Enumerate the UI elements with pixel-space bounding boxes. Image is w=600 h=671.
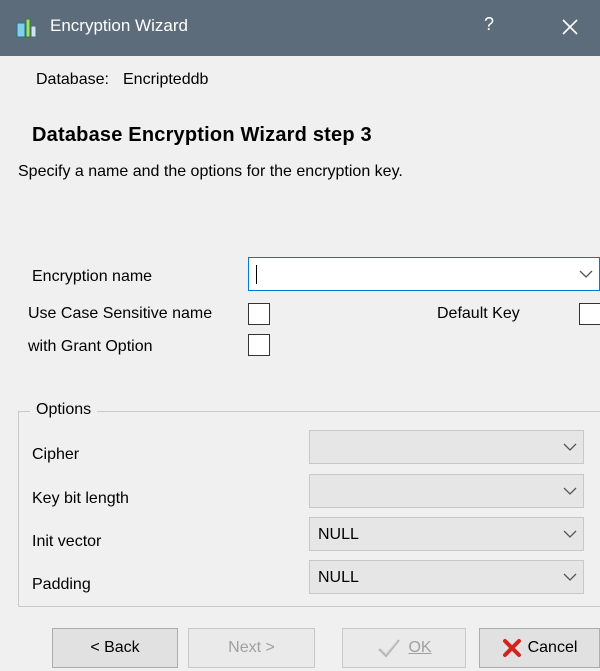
wizard-app-icon <box>16 18 37 38</box>
back-button[interactable]: < Back <box>52 628 178 668</box>
chevron-down-icon[interactable] <box>563 529 577 539</box>
init-vector-value: NULL <box>318 526 359 543</box>
padding-label: Padding <box>32 576 91 593</box>
case-sensitive-checkbox[interactable] <box>248 303 270 325</box>
key-bit-length-label: Key bit length <box>32 490 129 507</box>
back-button-label: < Back <box>90 639 140 656</box>
case-sensitive-label: Use Case Sensitive name <box>28 305 213 322</box>
padding-select[interactable]: NULL <box>309 560 584 594</box>
cancel-button-label: Cancel <box>527 639 578 656</box>
close-icon[interactable] <box>555 10 585 44</box>
checkmark-icon <box>378 639 401 658</box>
cancel-button[interactable]: Cancel <box>479 628 600 668</box>
chevron-down-icon[interactable] <box>563 486 577 496</box>
cancel-x-icon <box>502 638 521 657</box>
page-subtitle: Specify a name and the options for the e… <box>18 163 403 180</box>
help-button[interactable]: ? <box>484 14 494 35</box>
page-title: Database Encryption Wizard step 3 <box>32 124 372 146</box>
cipher-select[interactable] <box>309 430 584 464</box>
init-vector-label: Init vector <box>32 533 102 550</box>
padding-value: NULL <box>318 569 359 586</box>
title-bar: Encryption Wizard ? <box>0 0 600 56</box>
default-key-checkbox[interactable] <box>579 303 600 325</box>
window-title: Encryption Wizard <box>50 16 188 35</box>
chevron-down-icon[interactable] <box>579 269 593 279</box>
grant-option-label: with Grant Option <box>28 338 153 355</box>
encryption-name-combobox[interactable] <box>248 257 600 291</box>
cipher-label: Cipher <box>32 446 80 463</box>
chevron-down-icon[interactable] <box>563 442 577 452</box>
database-label: Database: <box>36 71 109 88</box>
text-caret <box>256 265 257 284</box>
encryption-name-label: Encryption name <box>32 268 153 285</box>
chevron-down-icon[interactable] <box>563 572 577 582</box>
default-key-label: Default Key <box>437 305 520 322</box>
ok-button[interactable]: OK <box>342 628 466 668</box>
key-bit-length-select[interactable] <box>309 474 584 508</box>
ok-button-label: OK <box>408 639 432 656</box>
options-group-title: Options <box>30 401 98 419</box>
next-button[interactable]: Next > <box>188 628 315 668</box>
next-button-label: Next > <box>228 639 275 656</box>
grant-option-checkbox[interactable] <box>248 334 270 356</box>
database-value: Encripteddb <box>123 71 209 88</box>
init-vector-select[interactable]: NULL <box>309 517 584 551</box>
